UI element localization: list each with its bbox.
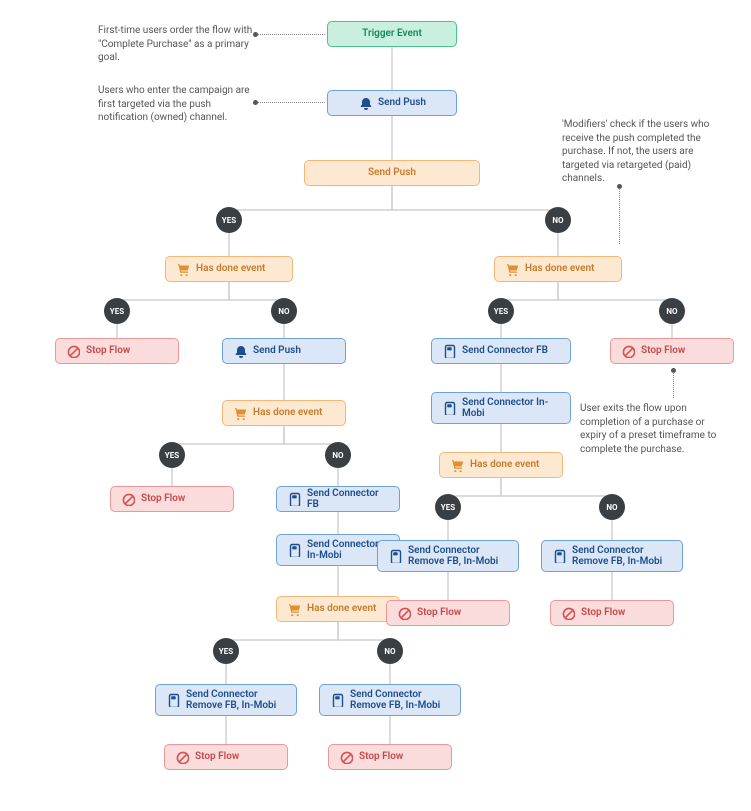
phone-icon	[552, 549, 566, 563]
annotation-modifiers: 'Modifiers' check if the users who recei…	[562, 118, 722, 186]
stop-icon	[561, 606, 575, 620]
phone-icon	[442, 344, 456, 358]
annotation-exit: User exits the flow upon completion of a…	[580, 402, 730, 456]
annotation-trigger: First-time users order the flow with "Co…	[98, 24, 253, 65]
node-has-done-R: Has done event	[494, 256, 622, 282]
node-send-fb-R: Send Connector FB	[431, 338, 571, 364]
decision-no-L3: NO	[377, 638, 403, 664]
node-has-done-R2: Has done event	[439, 452, 563, 478]
decision-yes-top: YES	[216, 207, 242, 233]
phone-icon	[287, 543, 301, 557]
node-send-push-2: Send Push	[222, 338, 346, 364]
stop-icon	[621, 344, 635, 358]
decision-no-L1: NO	[271, 298, 297, 324]
decision-yes-L3: YES	[213, 638, 239, 664]
node-send-inmobi-R: Send Connector In-Mobi	[431, 392, 571, 424]
stop-icon	[66, 344, 80, 358]
node-stop-L2: Stop Flow	[110, 486, 234, 512]
stop-icon	[397, 606, 411, 620]
stop-icon	[175, 750, 189, 764]
decision-yes-R1: YES	[488, 298, 514, 324]
node-send-push-orange: Send Push	[304, 160, 480, 186]
node-remove-R-no: Send Connector Remove FB, In-Mobi	[541, 540, 683, 572]
phone-icon	[166, 693, 180, 707]
cart-icon	[287, 602, 301, 616]
decision-no-R2: NO	[599, 494, 625, 520]
node-remove-L-yes: Send Connector Remove FB, In-Mobi	[155, 684, 297, 716]
node-has-done-L2: Has done event	[222, 400, 346, 426]
decision-no-top: NO	[545, 207, 571, 233]
node-stop-L3-no: Stop Flow	[328, 744, 452, 770]
stop-icon	[339, 750, 353, 764]
decision-no-L2: NO	[325, 442, 351, 468]
node-stop-L1: Stop Flow	[55, 338, 179, 364]
node-stop-R-no: Stop Flow	[550, 600, 674, 626]
bell-icon	[358, 96, 372, 110]
node-has-done-L: Has done event	[165, 256, 293, 282]
cart-icon	[505, 262, 519, 276]
phone-icon	[287, 492, 301, 506]
stop-icon	[121, 492, 135, 506]
node-stop-R1: Stop Flow	[610, 338, 734, 364]
node-remove-R-yes: Send Connector Remove FB, In-Mobi	[377, 540, 519, 572]
phone-icon	[388, 549, 402, 563]
decision-no-R1: NO	[659, 298, 685, 324]
node-has-done-L3: Has done event	[276, 596, 400, 622]
decision-yes-R2: YES	[435, 494, 461, 520]
node-trigger-event: Trigger Event	[327, 21, 457, 47]
decision-yes-L1: YES	[104, 298, 130, 324]
node-remove-L-no: Send Connector Remove FB, In-Mobi	[319, 684, 461, 716]
decision-yes-L2: YES	[159, 442, 185, 468]
phone-icon	[330, 693, 344, 707]
bell-icon	[233, 344, 247, 358]
node-send-push-1: Send Push	[327, 90, 457, 116]
phone-icon	[442, 401, 456, 415]
cart-icon	[176, 262, 190, 276]
node-stop-L3-yes: Stop Flow	[164, 744, 288, 770]
node-send-fb-L: Send Connector FB	[276, 486, 400, 512]
cart-icon	[450, 458, 464, 472]
node-stop-R-yes: Stop Flow	[386, 600, 510, 626]
cart-icon	[233, 406, 247, 420]
annotation-push: Users who enter the campaign are first t…	[98, 84, 253, 125]
